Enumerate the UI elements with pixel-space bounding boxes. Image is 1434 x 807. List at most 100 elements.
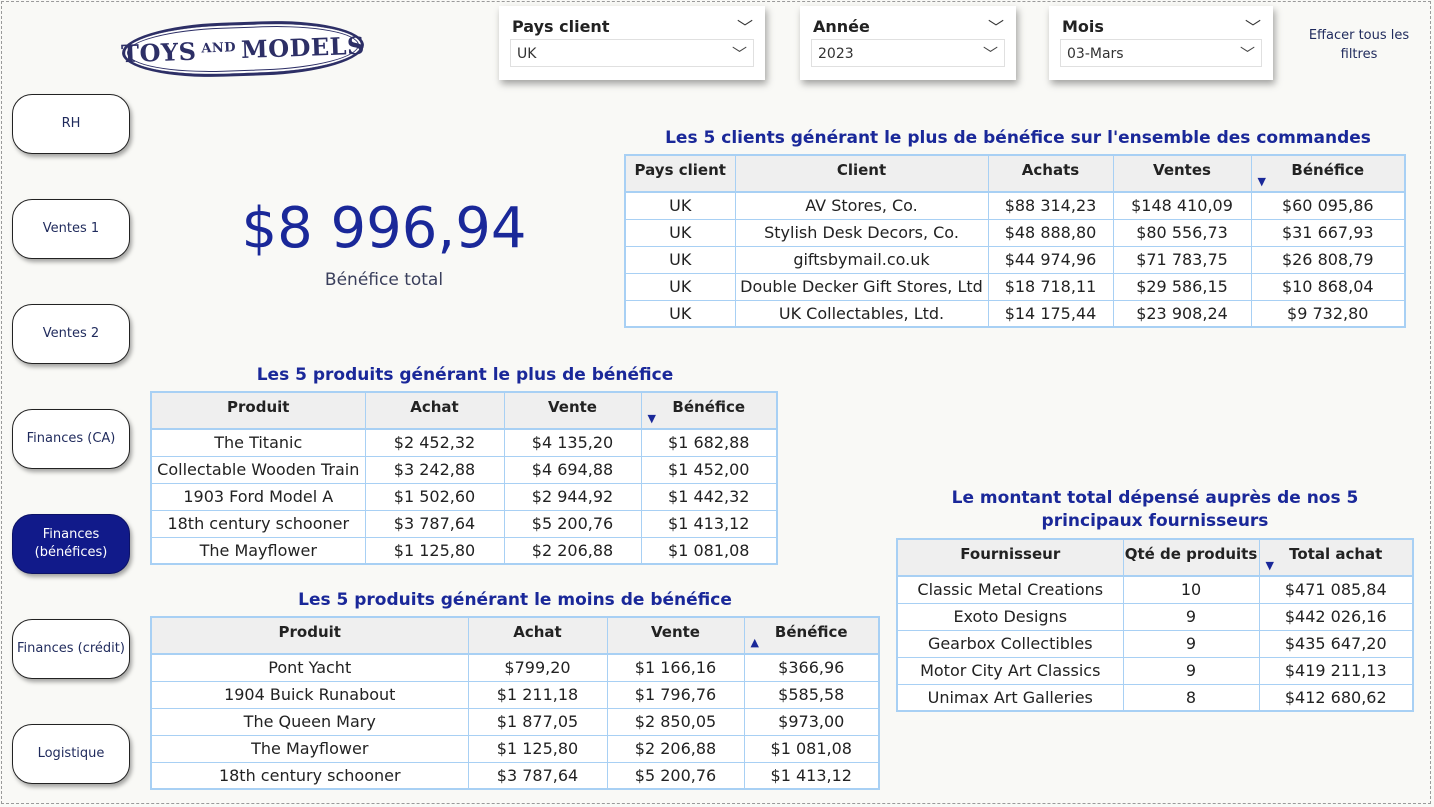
chevron-down-icon[interactable]: ﹀ bbox=[737, 14, 753, 38]
column-header-benefice-label: Bénéfice bbox=[774, 623, 848, 641]
column-header-pays-client[interactable]: Pays client bbox=[625, 155, 736, 193]
table-cell: $435 647,20 bbox=[1259, 630, 1414, 658]
year-dropdown[interactable]: 2023 ﹀ bbox=[811, 39, 1005, 67]
table-cell: $9 732,80 bbox=[1251, 300, 1406, 328]
table-cell: $799,20 bbox=[468, 654, 608, 682]
table-cell: $44 974,96 bbox=[988, 246, 1114, 274]
slicer-month: Mois ﹀ 03-Mars ﹀ bbox=[1049, 6, 1273, 80]
toys-and-models-logo: TOYS AND MODELS bbox=[121, 17, 365, 81]
month-dropdown[interactable]: 03-Mars ﹀ bbox=[1060, 39, 1262, 67]
table-row[interactable]: Exoto Designs 9 $442 026,16 bbox=[897, 603, 1414, 631]
suppliers-title: Le montant total dépensé auprès de nos 5… bbox=[951, 488, 1359, 531]
table-cell: $18 718,11 bbox=[988, 273, 1114, 301]
column-header-benefice[interactable]: ▼ Bénéfice bbox=[641, 392, 778, 430]
table-row[interactable]: Unimax Art Galleries 8 $412 680,62 bbox=[897, 684, 1414, 712]
column-header-produit[interactable]: Produit bbox=[151, 392, 366, 430]
column-header-produit[interactable]: Produit bbox=[151, 617, 469, 655]
table-cell: $1 125,80 bbox=[365, 537, 505, 565]
nav-button-finances-benefices[interactable]: Finances (bénéfices) bbox=[12, 514, 130, 574]
nav-button-rh[interactable]: RH bbox=[12, 94, 130, 154]
table-row[interactable]: Gearbox Collectibles 9 $435 647,20 bbox=[897, 630, 1414, 658]
table-cell: UK bbox=[625, 192, 736, 220]
chevron-down-icon[interactable]: ﹀ bbox=[1245, 14, 1261, 38]
nav-button-finances-ca[interactable]: Finances (CA) bbox=[12, 409, 130, 469]
table-cell: $1 442,32 bbox=[641, 483, 778, 511]
column-header-ventes[interactable]: Ventes bbox=[1113, 155, 1252, 193]
table-cell: $88 314,23 bbox=[988, 192, 1114, 220]
table-cell: $1 502,60 bbox=[365, 483, 505, 511]
table-row[interactable]: UK AV Stores, Co. $88 314,23 $148 410,09 $60… bbox=[625, 192, 1406, 220]
column-header-benefice[interactable]: ▼ Bénéfice bbox=[1251, 155, 1406, 193]
column-header-vente[interactable]: Vente bbox=[607, 617, 745, 655]
table-cell: $4 135,20 bbox=[504, 429, 642, 457]
chevron-down-icon: ﹀ bbox=[731, 45, 747, 63]
table-cell: $2 206,88 bbox=[504, 537, 642, 565]
table-row[interactable]: Motor City Art Classics 9 $419 211,13 bbox=[897, 657, 1414, 685]
table-row[interactable]: Collectable Wooden Train $3 242,88 $4 694,… bbox=[151, 456, 778, 484]
table-cell: $29 586,15 bbox=[1113, 273, 1252, 301]
table-cell: $442 026,16 bbox=[1259, 603, 1414, 631]
column-header-qte-produits[interactable]: Qté de produits bbox=[1123, 539, 1260, 577]
slicer-year: Année ﹀ 2023 ﹀ bbox=[800, 6, 1016, 80]
table-cell: $71 783,75 bbox=[1113, 246, 1252, 274]
table-cell: Collectable Wooden Train bbox=[151, 456, 366, 484]
table-cell: $1 081,08 bbox=[744, 735, 880, 763]
table-cell: Exoto Designs bbox=[897, 603, 1124, 631]
country-dropdown-value: UK bbox=[517, 46, 537, 62]
column-header-achat[interactable]: Achat bbox=[365, 392, 505, 430]
table-cell: $3 787,64 bbox=[468, 762, 608, 790]
table-cell: $4 694,88 bbox=[504, 456, 642, 484]
table-row[interactable]: 18th century schooner $3 787,64 $5 200,76 $… bbox=[151, 762, 880, 790]
clear-all-filters-button[interactable]: Effacer tous les filtres bbox=[1300, 26, 1418, 64]
table-cell: $23 908,24 bbox=[1113, 300, 1252, 328]
table-row[interactable]: UK UK Collectables, Ltd. $14 175,44 $23 908… bbox=[625, 300, 1406, 328]
bottom-products-table: Produit Achat Vente ▲ Bénéfice Pont Yacht… bbox=[150, 616, 880, 790]
sort-descending-icon: ▼ bbox=[647, 412, 656, 425]
chevron-down-icon[interactable]: ﹀ bbox=[988, 14, 1004, 38]
column-header-client[interactable]: Client bbox=[735, 155, 989, 193]
table-cell: $1 166,16 bbox=[607, 654, 745, 682]
table-row[interactable]: The Mayflower $1 125,80 $2 206,88 $1 081,08 bbox=[151, 735, 880, 763]
table-row[interactable]: 1903 Ford Model A $1 502,60 $2 944,92 $1 44… bbox=[151, 483, 778, 511]
table-cell: $2 944,92 bbox=[504, 483, 642, 511]
table-cell: $48 888,80 bbox=[988, 219, 1114, 247]
slicer-month-title: Mois bbox=[1062, 17, 1104, 36]
table-cell: Gearbox Collectibles bbox=[897, 630, 1124, 658]
top-clients-title: Les 5 clients générant le plus de bénéfi… bbox=[665, 128, 1371, 148]
column-header-fournisseur[interactable]: Fournisseur bbox=[897, 539, 1124, 577]
column-header-achats[interactable]: Achats bbox=[988, 155, 1114, 193]
table-row[interactable]: Pont Yacht $799,20 $1 166,16 $366,96 bbox=[151, 654, 880, 682]
table-cell: The Titanic bbox=[151, 429, 366, 457]
table-cell: The Mayflower bbox=[151, 735, 469, 763]
nav-button-logistique[interactable]: Logistique bbox=[12, 724, 130, 784]
table-cell: $973,00 bbox=[744, 708, 880, 736]
table-row[interactable]: The Mayflower $1 125,80 $2 206,88 $1 081,08 bbox=[151, 537, 778, 565]
table-cell: The Queen Mary bbox=[151, 708, 469, 736]
table-row[interactable]: UK Stylish Desk Decors, Co. $48 888,80 $80 … bbox=[625, 219, 1406, 247]
nav-button-finances-credit[interactable]: Finances (crédit) bbox=[12, 619, 130, 679]
column-header-benefice[interactable]: ▲ Bénéfice bbox=[744, 617, 880, 655]
table-cell: giftsbymail.co.uk bbox=[735, 246, 989, 274]
column-header-vente[interactable]: Vente bbox=[504, 392, 642, 430]
table-cell: Unimax Art Galleries bbox=[897, 684, 1124, 712]
table-row[interactable]: The Queen Mary $1 877,05 $2 850,05 $973,00 bbox=[151, 708, 880, 736]
table-row[interactable]: 18th century schooner $3 787,64 $5 200,76 $… bbox=[151, 510, 778, 538]
nav-button-ventes-1[interactable]: Ventes 1 bbox=[12, 199, 130, 259]
table-row[interactable]: Classic Metal Creations 10 $471 085,84 bbox=[897, 576, 1414, 604]
suppliers-table: Fournisseur Qté de produits ▼ Total achat… bbox=[896, 538, 1414, 712]
table-cell: 1903 Ford Model A bbox=[151, 483, 366, 511]
table-row[interactable]: 1904 Buick Runabout $1 211,18 $1 796,76 $58… bbox=[151, 681, 880, 709]
table-row[interactable]: UK giftsbymail.co.uk $44 974,96 $71 783,75 $… bbox=[625, 246, 1406, 274]
table-row[interactable]: The Titanic $2 452,32 $4 135,20 $1 682,88 bbox=[151, 429, 778, 457]
country-dropdown[interactable]: UK ﹀ bbox=[510, 39, 754, 67]
bottom-products-title: Les 5 produits générant le moins de béné… bbox=[298, 590, 732, 610]
table-cell: Double Decker Gift Stores, Ltd bbox=[735, 273, 989, 301]
nav-button-ventes-2[interactable]: Ventes 2 bbox=[12, 304, 130, 364]
table-cell: $419 211,13 bbox=[1259, 657, 1414, 685]
table-row[interactable]: UK Double Decker Gift Stores, Ltd $18 718,… bbox=[625, 273, 1406, 301]
table-cell: UK Collectables, Ltd. bbox=[735, 300, 989, 328]
table-cell: $5 200,76 bbox=[607, 762, 745, 790]
column-header-achat[interactable]: Achat bbox=[468, 617, 608, 655]
column-header-total-achat[interactable]: ▼ Total achat bbox=[1259, 539, 1414, 577]
table-cell: $1 211,18 bbox=[468, 681, 608, 709]
